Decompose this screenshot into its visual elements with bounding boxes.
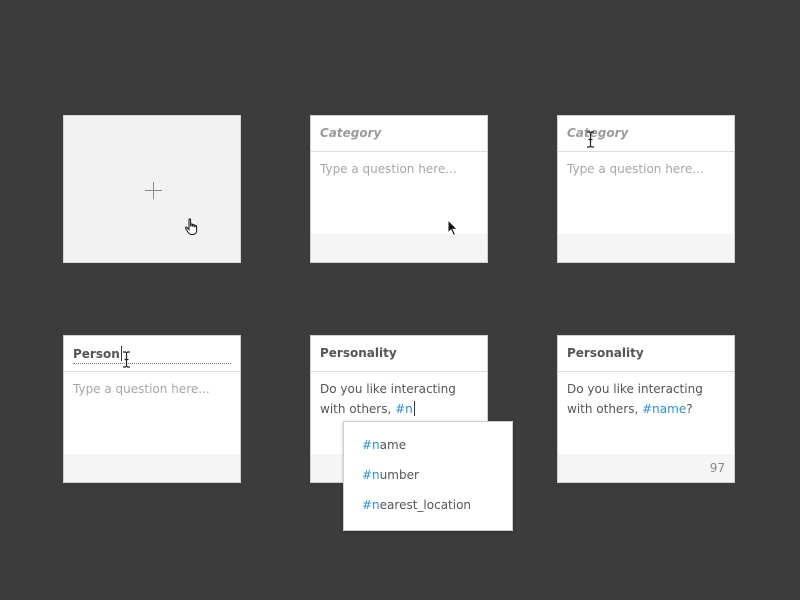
question-placeholder: Type a question here...	[73, 382, 210, 396]
category-field[interactable]: Category	[558, 116, 734, 152]
autocomplete-option-nearest-location[interactable]: #nearest_location	[344, 490, 512, 520]
arrow-pointer-icon	[447, 219, 459, 237]
question-card[interactable]: Personality Do you like interacting with…	[557, 335, 735, 483]
question-placeholder: Type a question here...	[567, 162, 704, 176]
card-footer	[64, 454, 240, 482]
plus-icon	[145, 182, 162, 199]
category-value: Person	[73, 347, 120, 361]
question-tag: #name	[642, 402, 687, 416]
category-placeholder: Category	[320, 126, 382, 140]
canvas: Category Type a question here... Categor…	[0, 0, 800, 600]
question-text: Do you like interacting with others,	[320, 382, 456, 416]
category-field[interactable]: Personality	[558, 336, 734, 372]
card-footer	[558, 234, 734, 262]
question-tag: #n	[395, 402, 413, 416]
category-field[interactable]: Person	[64, 336, 240, 372]
category-value: Personality	[320, 346, 397, 360]
question-field[interactable]: Type a question here...	[558, 152, 734, 234]
category-field[interactable]: Category	[311, 116, 487, 152]
text-cursor-icon	[123, 351, 130, 368]
autocomplete-option-name[interactable]: #name	[344, 430, 512, 460]
card-footer	[311, 234, 487, 262]
tag-autocomplete-dropdown: #name #number #nearest_location	[343, 421, 513, 531]
question-card[interactable]: Category Type a question here...	[557, 115, 735, 263]
question-placeholder: Type a question here...	[320, 162, 457, 176]
question-field[interactable]: Type a question here...	[64, 372, 240, 454]
question-card[interactable]: Person Type a question here...	[63, 335, 241, 483]
category-input[interactable]: Person	[73, 346, 231, 364]
character-count: 97	[709, 461, 725, 475]
category-value: Personality	[567, 346, 644, 360]
text-cursor-icon	[587, 131, 594, 148]
category-field[interactable]: Personality	[311, 336, 487, 372]
card-footer: 97	[558, 454, 734, 482]
question-suffix: ?	[686, 402, 693, 416]
question-card[interactable]: Category Type a question here...	[310, 115, 488, 263]
question-field[interactable]: Do you like interacting with others, #na…	[558, 372, 734, 454]
text-caret	[413, 401, 415, 416]
question-field[interactable]: Type a question here...	[311, 152, 487, 234]
hand-pointer-icon	[184, 218, 198, 235]
add-card-button[interactable]	[63, 115, 241, 263]
autocomplete-option-number[interactable]: #number	[344, 460, 512, 490]
category-placeholder: Category	[567, 126, 629, 140]
